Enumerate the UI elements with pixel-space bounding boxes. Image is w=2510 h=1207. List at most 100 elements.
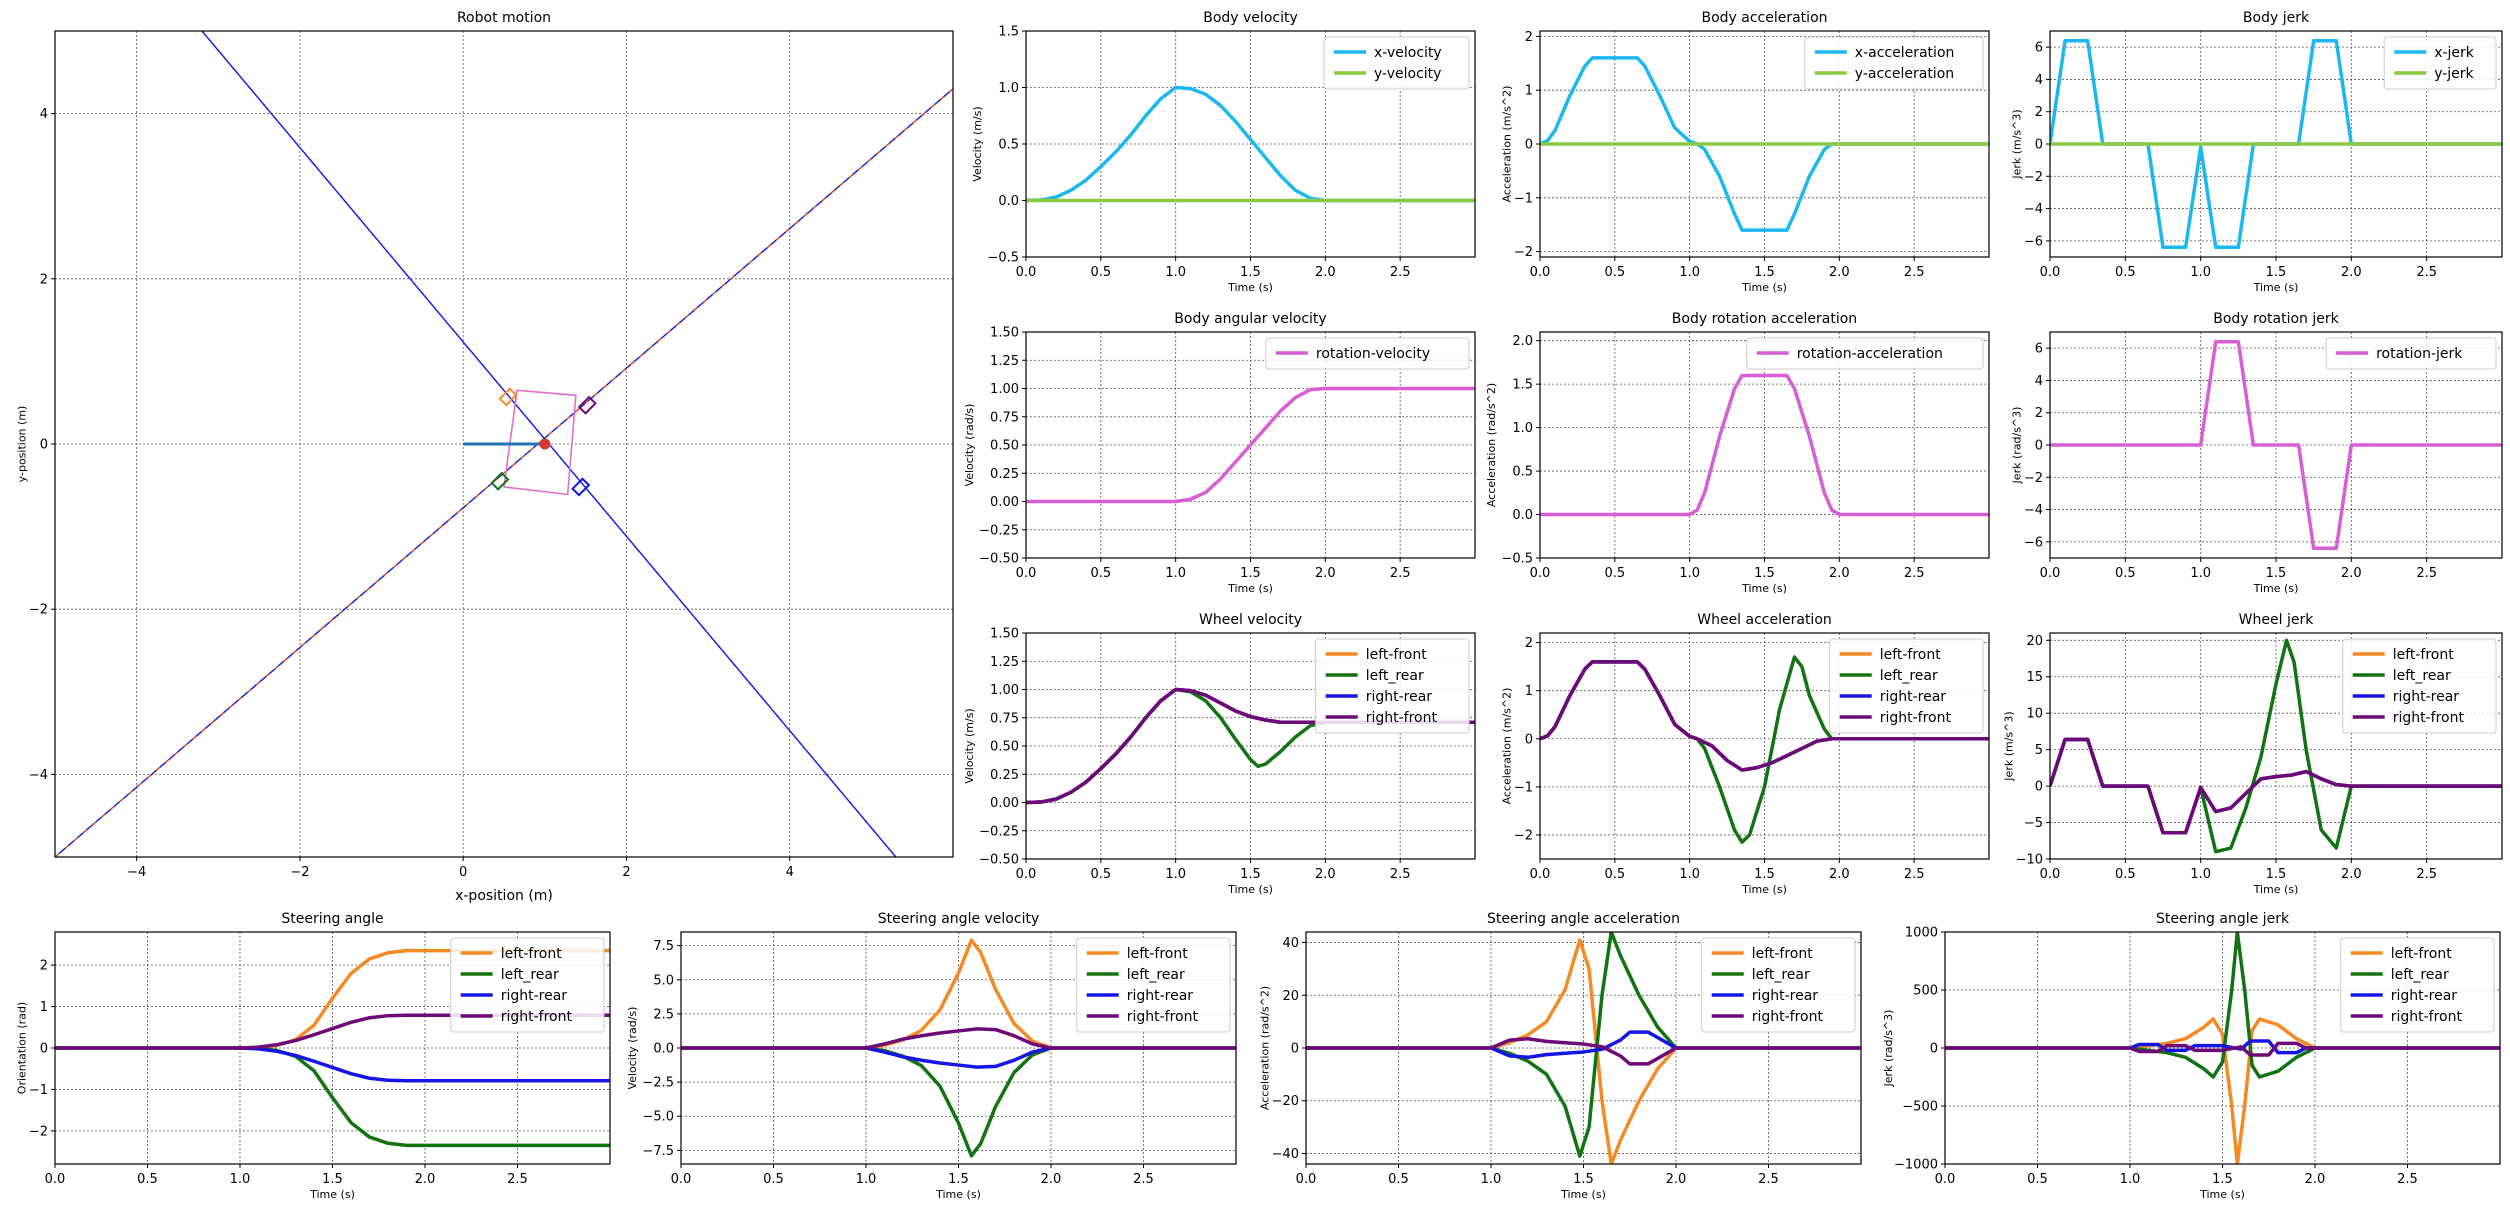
y-tick-label: 15 [2026,670,2043,685]
y-tick-label: 0.50 [990,439,1019,454]
y-tick-label: 0.5 [1512,465,1533,480]
y-axis-label: Acceleration (m/s^2) [1500,688,1513,805]
x-tick-label: 1.5 [1240,265,1261,280]
x-tick-label: 1.5 [2266,566,2287,581]
subplot-steer_vel: 0.0 0.5 1.0 1.5 2.0 2.5 −7.5 −5.0 −2.5 0.0 2.5 5.0 7… [626,911,1237,1201]
x-tick-label: 2.0 [1829,566,1850,581]
legend-entry-label: left_rear [1127,967,1185,983]
y-tick-label: −1 [1514,780,1533,795]
subplot-title: Wheel jerk [2239,612,2315,628]
y-tick-label: 0 [40,438,48,453]
y-tick-label: −1 [29,1083,48,1098]
legend-entry-label: right-front [1752,1009,1824,1025]
y-tick-label: 2 [1525,30,1533,45]
legend: left-front left_rear right-rear right-front [450,937,605,1033]
x-tick-label: 2.5 [2397,1172,2418,1187]
subplot-title: Steering angle acceleration [1487,911,1680,927]
y-tick-label: 0 [2035,780,2043,795]
y-axis-label: y-position (m) [15,406,28,483]
y-tick-label: 0.25 [990,768,1019,783]
y-tick-label: −0.25 [979,523,1019,538]
y-axis-label: Jerk (m/s^3) [2003,711,2016,781]
subplot-title: Body rotation acceleration [1672,311,1857,327]
y-tick-label: 7.5 [653,939,674,954]
y-tick-label: 1 [40,1000,48,1015]
y-tick-label: 2 [40,959,48,974]
legend: left-front left_rear right-rear right-front [2340,937,2495,1033]
y-tick-label: 1.5 [1512,378,1533,393]
legend-entry-label: left-front [1752,946,1814,962]
x-tick-label: 0.5 [1090,566,1111,581]
y-tick-label: 0.0 [998,194,1019,209]
x-axis-label: x-position (m) [455,888,553,904]
y-tick-label: 0.75 [990,410,1019,425]
x-tick-label: 0.5 [1090,265,1111,280]
legend-entry-label: right-rear [2391,988,2458,1004]
legend-entry-label: rotation-velocity [1316,346,1430,362]
x-tick-label: 1.5 [1573,1172,1594,1187]
y-tick-label: 1 [1525,84,1533,99]
y-tick-label: 1.25 [990,354,1019,369]
y-tick-label: 1.00 [990,683,1019,698]
y-axis-label: Jerk (rad/s^3) [1882,1010,1895,1088]
x-axis-label: Time (s) [935,1188,981,1201]
legend: rotation-velocity [1265,337,1470,370]
legend-entry-label: right-rear [1127,988,1194,1004]
legend-entry-label: left_rear [1366,668,1424,684]
legend-entry-label: x-acceleration [1855,45,1955,61]
x-tick-label: 1.5 [2266,265,2287,280]
y-tick-label: 0 [2035,439,2043,454]
x-tick-label: 2.0 [1829,265,1850,280]
y-tick-label: 500 [1913,984,1938,999]
x-tick-label: 1.5 [322,1172,343,1187]
x-tick-label: 2.5 [2416,867,2437,882]
y-tick-label: −2 [1514,245,1533,260]
x-tick-label: 0.0 [2040,867,2061,882]
legend-entry-label: right-front [2393,710,2465,726]
y-tick-label: 0.0 [1512,508,1533,523]
x-tick-label: 0.0 [1016,265,1037,280]
legend: left-front left_rear right-rear right-front [1076,937,1231,1033]
subplot-title: Body acceleration [1701,10,1827,26]
x-tick-label: 2.5 [2416,265,2437,280]
y-tick-label: 4 [2035,73,2043,88]
x-tick-label: 2.0 [2341,566,2362,581]
legend: left-front left_rear right-rear right-front [1701,937,1856,1033]
legend-entry-label: right-front [1880,710,1952,726]
x-tick-label: 1.5 [1754,867,1775,882]
y-tick-label: 1000 [1905,926,1938,941]
x-tick-label: 0.0 [1530,566,1551,581]
x-tick-label: 1.0 [1679,265,1700,280]
y-axis-label: Acceleration (m/s^2) [1500,86,1513,203]
legend-entry-label: left-front [2393,647,2455,663]
wheel-marker-rf [577,395,597,415]
y-tick-label: −500 [1902,1100,1938,1115]
x-tick-label: 1.0 [1165,867,1186,882]
x-tick-label: 0.5 [2115,265,2136,280]
subplot-rot_jerk: 0.0 0.5 1.0 1.5 2.0 2.5 −6 −4 −2 0 2 4 6 Body rotatio… [2010,311,2503,595]
subplot-body_acc: 0.0 0.5 1.0 1.5 2.0 2.5 −2 −1 0 1 2 Body accelerati… [1500,10,1990,294]
x-tick-label: 2.5 [1390,566,1411,581]
legend-entry-label: y-velocity [1374,66,1441,82]
subplot-steer_acc: 0.0 0.5 1.0 1.5 2.0 2.5 −40 −20 0 20 40 Steering an… [1259,911,1862,1201]
y-tick-label: 0 [2035,138,2043,153]
x-tick-label: 1.0 [856,1172,877,1187]
legend: x-acceleration y-acceleration [1804,36,1984,90]
x-tick-label: 2.0 [2341,867,2362,882]
y-tick-label: −0.5 [987,251,1019,266]
y-tick-label: −2 [29,603,48,618]
y-tick-label: −10 [2016,853,2043,868]
y-tick-label: 0.5 [998,138,1019,153]
x-tick-label: 2.5 [1904,566,1925,581]
x-tick-label: 2.5 [1133,1172,1154,1187]
legend: left-front left_rear right-rear right-front [1315,638,1470,734]
legend-entry-label: right-front [501,1009,573,1025]
x-tick-label: 1.0 [2120,1172,2141,1187]
x-tick-label: 1.0 [1679,867,1700,882]
x-tick-label: 2.5 [1904,867,1925,882]
x-tick-label: 2.0 [2305,1172,2326,1187]
y-tick-label: 1.00 [990,382,1019,397]
x-axis-label: Time (s) [1741,582,1787,595]
subplot-title: Robot motion [457,10,551,26]
legend-entry-label: right-rear [2393,689,2460,705]
